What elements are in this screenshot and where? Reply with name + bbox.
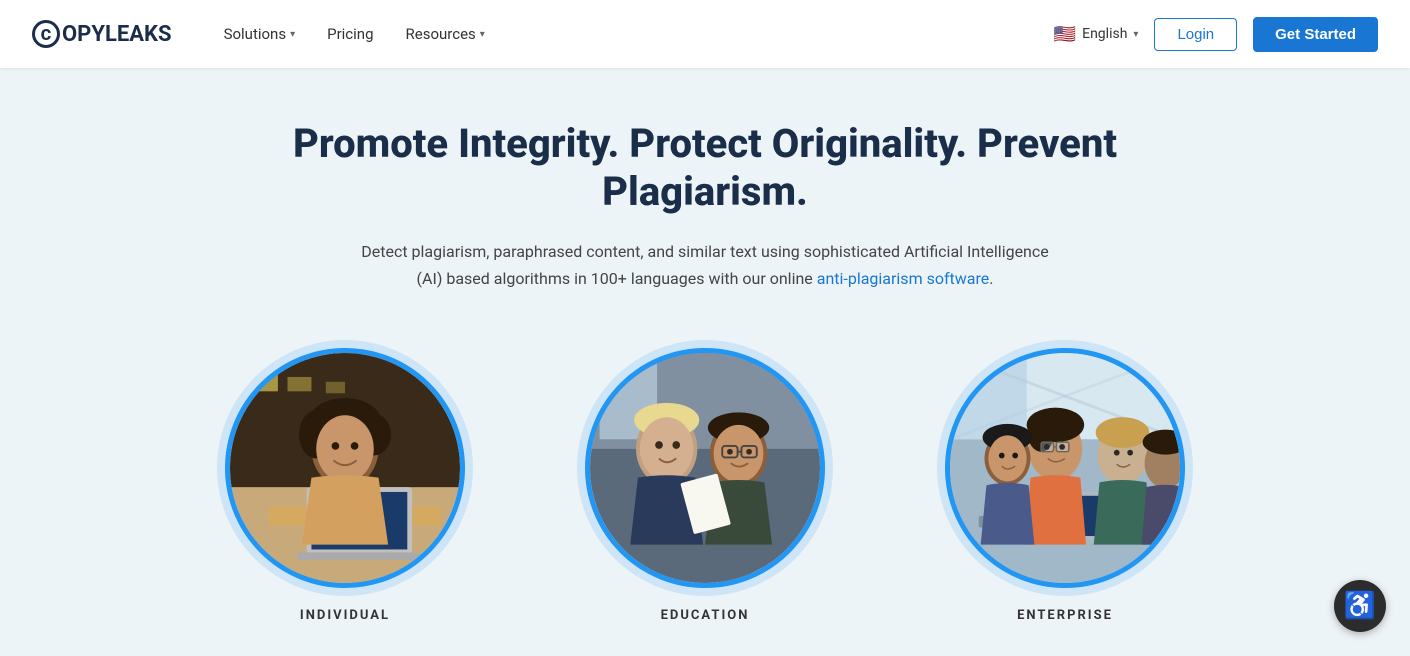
logo-text: OPYLEAKS [62,22,172,47]
language-chevron-icon: ▾ [1133,29,1138,40]
individual-circle-ring[interactable] [225,348,465,588]
enterprise-image [950,353,1180,583]
nav-actions: 🇺🇸 English ▾ Login Get Started [1054,17,1378,52]
accessibility-icon: ♿ [1344,591,1376,621]
accessibility-button[interactable]: ♿ [1334,580,1386,632]
hero-title: Promote Integrity. Protect Originality. … [255,120,1155,216]
language-name: English [1082,26,1127,42]
education-image [590,353,820,583]
resources-label: Resources [406,25,476,43]
enterprise-circle-item: ENTERPRISE [945,348,1185,623]
enterprise-label: ENTERPRISE [1017,608,1113,623]
flag-icon: 🇺🇸 [1054,24,1076,45]
hero-section: Promote Integrity. Protect Originality. … [0,68,1410,656]
resources-chevron-icon: ▾ [480,29,485,40]
navbar: C OPYLEAKS Solutions ▾ Pricing Resources… [0,0,1410,68]
solutions-chevron-icon: ▾ [290,29,295,40]
hero-subtitle: Detect plagiarism, paraphrased content, … [361,238,1049,292]
education-circle-ring[interactable] [585,348,825,588]
resources-nav-item[interactable]: Resources ▾ [394,17,497,51]
logo[interactable]: C OPYLEAKS [32,20,172,48]
category-circles: INDIVIDUAL [225,348,1185,623]
pricing-label: Pricing [327,25,373,43]
individual-label: INDIVIDUAL [300,608,390,623]
subtitle-text-after: . [989,269,993,288]
logo-icon: C [32,20,60,48]
language-selector[interactable]: 🇺🇸 English ▾ [1054,24,1139,45]
anti-plagiarism-link[interactable]: anti-plagiarism software [817,269,989,288]
individual-image [230,353,460,583]
education-circle-item: EDUCATION [585,348,825,623]
pricing-nav-item[interactable]: Pricing [315,17,385,51]
get-started-button[interactable]: Get Started [1253,17,1378,52]
login-button[interactable]: Login [1154,18,1237,51]
nav-links: Solutions ▾ Pricing Resources ▾ [212,17,1054,51]
education-label: EDUCATION [661,608,750,623]
individual-circle-item: INDIVIDUAL [225,348,465,623]
solutions-label: Solutions [224,25,287,43]
solutions-nav-item[interactable]: Solutions ▾ [212,17,308,51]
enterprise-circle-ring[interactable] [945,348,1185,588]
